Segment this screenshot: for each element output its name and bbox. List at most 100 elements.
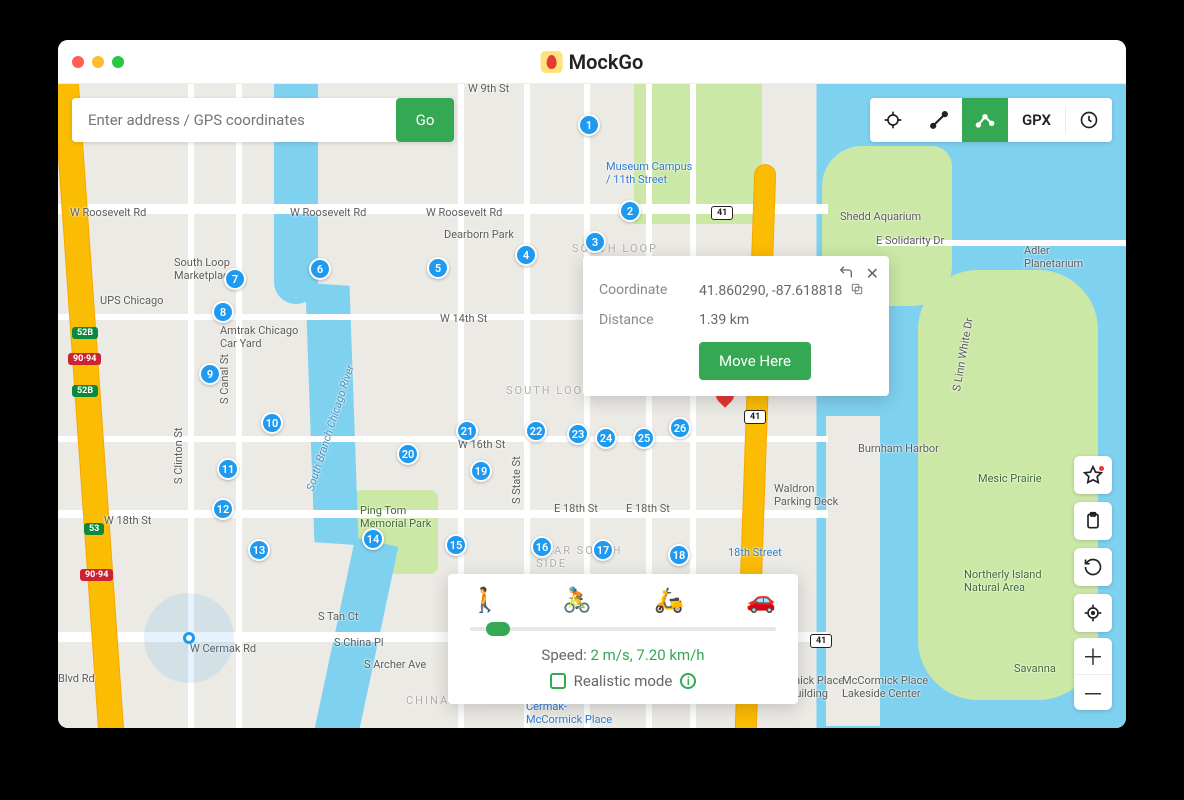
coordinate-info-card: ✕ Coordinate 41.860290, -87.618818 Dista… <box>583 256 889 396</box>
waypoint-4[interactable]: 4 <box>515 244 537 266</box>
waypoint-11[interactable]: 11 <box>217 458 239 480</box>
speed-panel: 🚶 🚴 🛵 🚗 Speed: 2 m/s, 7.20 km/h Realisti… <box>448 574 798 704</box>
waypoint-9[interactable]: 9 <box>199 363 221 385</box>
distance-label: Distance <box>599 312 699 328</box>
waypoint-20[interactable]: 20 <box>397 443 419 465</box>
recenter-button[interactable] <box>1074 594 1112 632</box>
label-waldron: Waldron Parking Deck <box>774 482 838 508</box>
go-button[interactable]: Go <box>396 98 454 142</box>
favorites-button[interactable] <box>1074 456 1112 494</box>
shield-9094-2: 90·94 <box>80 569 113 581</box>
waypoint-13[interactable]: 13 <box>248 539 270 561</box>
app-logo-icon <box>541 51 563 73</box>
road-18th <box>58 510 828 518</box>
close-icon[interactable]: ✕ <box>866 264 879 284</box>
label-canal: S Canal St <box>218 354 231 404</box>
search-input[interactable] <box>72 98 396 142</box>
waypoint-24[interactable]: 24 <box>595 427 617 449</box>
waypoint-22[interactable]: 22 <box>525 420 547 442</box>
label-savanna: Savanna <box>1014 662 1056 675</box>
locate-mode-button[interactable] <box>870 98 916 142</box>
shield-53: 53 <box>84 523 104 535</box>
waypoint-19[interactable]: 19 <box>470 460 492 482</box>
waypoint-15[interactable]: 15 <box>445 534 467 556</box>
waypoint-8[interactable]: 8 <box>212 301 234 323</box>
zoom-control: ＋ － <box>1074 638 1112 710</box>
label-mcplace-lake: McCormick Place Lakeside Center <box>842 674 928 700</box>
scooter-mode-icon[interactable]: 🛵 <box>654 586 684 614</box>
label-w14th: W 14th St <box>440 312 487 325</box>
zoom-in-button[interactable]: ＋ <box>1074 638 1112 674</box>
waypoint-25[interactable]: 25 <box>633 427 655 449</box>
speed-slider-thumb[interactable] <box>486 622 510 636</box>
move-here-button[interactable]: Move Here <box>699 342 811 380</box>
waypoint-3[interactable]: 3 <box>584 231 606 253</box>
label-w18th: W 18th St <box>104 514 151 527</box>
label-shedd: Shedd Aquarium <box>840 210 921 223</box>
waypoint-2[interactable]: 2 <box>619 200 641 222</box>
waypoint-21[interactable]: 21 <box>456 420 478 442</box>
waypoint-16[interactable]: 16 <box>531 536 553 558</box>
map-viewport[interactable]: W 9th St W Roosevelt Rd W Roosevelt Rd W… <box>58 84 1126 728</box>
label-adler: Adler Planetarium <box>1024 244 1083 270</box>
waypoint-10[interactable]: 10 <box>261 412 283 434</box>
label-state: S State St <box>510 456 523 504</box>
waypoint-26[interactable]: 26 <box>669 417 691 439</box>
multi-spot-button[interactable] <box>962 98 1008 142</box>
waypoint-23[interactable]: 23 <box>567 423 589 445</box>
label-southloop-district: SOUTH LOOP <box>506 384 592 397</box>
waypoint-12[interactable]: 12 <box>212 498 234 520</box>
walk-mode-icon[interactable]: 🚶 <box>470 586 500 614</box>
waypoint-7[interactable]: 7 <box>224 268 246 290</box>
reset-button[interactable] <box>1074 548 1112 586</box>
clipboard-button[interactable] <box>1074 502 1112 540</box>
history-button[interactable] <box>1066 98 1112 142</box>
shield-9094-1: 90·94 <box>68 353 101 365</box>
label-clinton: S Clinton St <box>172 427 185 484</box>
zoom-out-button[interactable]: － <box>1074 674 1112 710</box>
label-e18th-1: E 18th St <box>554 502 598 515</box>
realistic-mode-label: Realistic mode <box>574 672 673 690</box>
waypoint-1[interactable]: 1 <box>578 114 600 136</box>
search-bar: Go <box>72 98 454 142</box>
side-buttons <box>1074 456 1112 632</box>
speed-slider[interactable] <box>470 620 776 638</box>
realistic-mode-checkbox[interactable] <box>550 673 566 689</box>
label-dearborn: Dearborn Park <box>444 228 514 241</box>
waypoint-6[interactable]: 6 <box>309 258 331 280</box>
cycle-mode-icon[interactable]: 🚴 <box>562 586 592 614</box>
realistic-info-icon[interactable]: i <box>680 673 696 689</box>
current-location-dot <box>183 632 195 644</box>
label-archer: S Archer Ave <box>364 658 426 671</box>
coordinate-value: 41.860290, -87.618818 <box>699 283 842 299</box>
shield-52b-2: 52B <box>72 385 98 397</box>
copy-icon[interactable] <box>850 282 864 300</box>
label-ups: UPS Chicago <box>100 294 163 307</box>
label-mesic: Mesic Prairie <box>978 472 1042 485</box>
label-blvd: Blvd Rd <box>58 672 95 685</box>
waypoint-14[interactable]: 14 <box>362 528 384 550</box>
waypoint-17[interactable]: 17 <box>592 539 614 561</box>
waypoint-5[interactable]: 5 <box>427 257 449 279</box>
two-spot-button[interactable] <box>916 98 962 142</box>
minimize-window-icon[interactable] <box>92 56 104 68</box>
label-solidarity: E Solidarity Dr <box>876 234 944 247</box>
app-window: MockGo W 9th St <box>58 40 1126 728</box>
top-toolbar: GPX <box>870 98 1112 142</box>
undo-icon[interactable] <box>838 264 854 284</box>
label-w9th: W 9th St <box>468 84 509 95</box>
close-window-icon[interactable] <box>72 56 84 68</box>
gpx-button[interactable]: GPX <box>1008 111 1065 129</box>
label-amtrak: Amtrak Chicago Car Yard <box>220 324 298 350</box>
app-title: MockGo <box>541 50 644 74</box>
traffic-lights <box>72 56 124 68</box>
coordinate-label: Coordinate <box>599 282 699 300</box>
maximize-window-icon[interactable] <box>112 56 124 68</box>
shield-52b-1: 52B <box>72 327 98 339</box>
car-mode-icon[interactable]: 🚗 <box>746 586 776 614</box>
distance-value: 1.39 km <box>699 312 749 328</box>
waypoint-18[interactable]: 18 <box>668 544 690 566</box>
label-pingtom: Ping Tom Memorial Park <box>360 504 431 530</box>
speed-readout: Speed: 2 m/s, 7.20 km/h <box>470 646 776 664</box>
shield-41-2: 41 <box>744 410 766 424</box>
